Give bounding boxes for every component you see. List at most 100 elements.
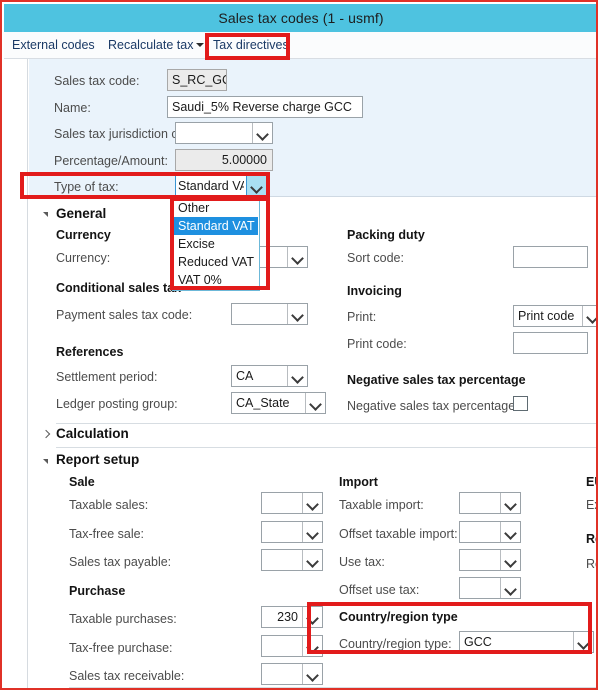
chevron-down-icon[interactable] — [287, 247, 307, 267]
chevron-down-icon[interactable] — [500, 550, 520, 570]
chevron-down-icon[interactable] — [302, 636, 322, 656]
payment-sales-tax-code-label: Payment sales tax code: — [56, 308, 193, 322]
chevron-down-icon[interactable] — [500, 522, 520, 542]
eu-exclude-label: Excl — [586, 498, 596, 512]
purchase-group-label: Purchase — [69, 584, 126, 598]
use-tax-value — [464, 550, 496, 570]
country-region-type-combo[interactable]: GCC — [459, 631, 594, 653]
offset-use-tax-value — [464, 578, 496, 598]
dropdown-option-standard-vat[interactable]: Standard VAT — [174, 217, 258, 235]
print-code-field[interactable] — [513, 332, 588, 354]
name-field[interactable]: Saudi_5% Reverse charge GCC — [167, 96, 363, 118]
ledger-posting-group-combo[interactable]: CA_State — [231, 392, 326, 414]
taxable-purchases-combo[interactable]: 230 — [261, 606, 323, 628]
sales-tax-payable-combo[interactable] — [261, 549, 323, 571]
offset-use-tax-combo[interactable] — [459, 577, 521, 599]
jurisdiction-code-combo[interactable] — [175, 122, 273, 144]
sales-tax-receivable-combo[interactable] — [261, 663, 323, 685]
chevron-down-icon[interactable] — [252, 123, 272, 143]
tax-free-purchase-combo[interactable] — [261, 635, 323, 657]
currency-label: Currency: — [56, 251, 111, 265]
chevron-down-icon[interactable] — [302, 664, 322, 684]
negative-sales-tax-checkbox[interactable] — [513, 396, 528, 411]
dropdown-option-vat-0[interactable]: VAT 0% — [174, 271, 258, 289]
chevron-down-icon[interactable] — [573, 632, 593, 652]
settlement-period-label: Settlement period: — [56, 370, 158, 384]
country-region-type-value: GCC — [464, 635, 492, 649]
print-code-label: Print code: — [347, 337, 407, 351]
report-setup-expand-arrow[interactable] — [43, 459, 48, 464]
references-group-label: References — [56, 345, 124, 359]
chevron-down-icon[interactable] — [287, 304, 307, 324]
sales-tax-payable-label: Sales tax payable: — [69, 555, 172, 569]
taxable-sales-value — [266, 493, 298, 513]
dropdown-option-excise[interactable]: Excise — [174, 235, 258, 253]
chevron-down-icon[interactable] — [287, 366, 307, 386]
tab-external-codes[interactable]: External codes — [6, 32, 101, 58]
negative-sales-tax-checkbox-label: Negative sales tax percentage: — [347, 399, 519, 413]
chevron-down-icon[interactable] — [305, 393, 325, 413]
chevron-down-icon[interactable] — [500, 493, 520, 513]
type-of-tax-value: Standard VAT — [178, 179, 244, 193]
sales-tax-code-label: Sales tax code: — [54, 74, 140, 88]
name-label: Name: — [54, 101, 91, 115]
taxable-sales-combo[interactable] — [261, 492, 323, 514]
tab-recalculate-tax[interactable]: Recalculate tax — [102, 32, 210, 58]
print-combo[interactable]: Print code — [513, 305, 596, 327]
general-divider — [56, 423, 596, 424]
payment-sales-tax-code-combo[interactable] — [231, 303, 308, 325]
country-region-type-group-label: Country/region type — [339, 610, 458, 624]
payment-sales-tax-code-value — [236, 304, 285, 324]
percentage-amount-label: Percentage/Amount: — [54, 154, 168, 168]
chevron-down-icon[interactable] — [500, 578, 520, 598]
general-section-title: General — [56, 206, 107, 221]
offset-taxable-import-label: Offset taxable import: — [339, 527, 458, 541]
sales-tax-codes-window: Sales tax codes (1 - usmf) External code… — [0, 0, 598, 690]
chevron-down-icon[interactable] — [246, 176, 266, 196]
import-group-label: Import — [339, 475, 378, 489]
use-tax-combo[interactable] — [459, 549, 521, 571]
chevron-down-icon[interactable] — [302, 522, 322, 542]
sales-tax-code-field[interactable]: S_RC_GC — [167, 69, 227, 91]
chevron-down-icon[interactable] — [302, 607, 322, 627]
ledger-posting-group-label: Ledger posting group: — [56, 397, 178, 411]
dropdown-option-other[interactable]: Other — [174, 199, 258, 217]
tab-tax-directives[interactable]: Tax directives — [207, 32, 295, 58]
sort-code-field[interactable] — [513, 246, 588, 268]
chevron-down-icon[interactable] — [582, 306, 596, 326]
window-titlebar: Sales tax codes (1 - usmf) — [4, 4, 596, 32]
settlement-period-combo[interactable]: CA — [231, 365, 308, 387]
type-of-tax-dropdown-list[interactable]: Other Standard VAT Excise Reduced VAT VA… — [172, 197, 260, 291]
calculation-expand-arrow[interactable] — [43, 430, 48, 440]
left-gutter — [4, 59, 28, 688]
tax-free-purchase-label: Tax-free purchase: — [69, 641, 173, 655]
chevron-down-icon[interactable] — [302, 493, 322, 513]
chevron-down-icon[interactable] — [302, 550, 322, 570]
form-body: Sales tax code: S_RC_GC Name: Saudi_5% R… — [29, 59, 596, 688]
country-region-type-label: Country/region type: — [339, 637, 452, 651]
reporting-field-label: Rep — [586, 557, 596, 571]
action-pane: External codes Recalculate tax Tax direc… — [4, 32, 596, 59]
ledger-posting-group-value: CA_State — [236, 396, 290, 410]
jurisdiction-code-value — [180, 123, 250, 143]
taxable-import-combo[interactable] — [459, 492, 521, 514]
tax-free-sale-label: Tax-free sale: — [69, 527, 145, 541]
offset-taxable-import-combo[interactable] — [459, 521, 521, 543]
negative-sales-tax-group-label: Negative sales tax percentage — [347, 373, 526, 387]
report-setup-divider — [69, 687, 596, 688]
sales-tax-receivable-label: Sales tax receivable: — [69, 669, 185, 683]
print-value: Print code — [518, 309, 575, 323]
invoicing-group-label: Invoicing — [347, 284, 402, 298]
window-title: Sales tax codes (1 - usmf) — [218, 10, 384, 26]
dropdown-option-reduced-vat[interactable]: Reduced VAT — [174, 253, 258, 271]
settlement-period-value: CA — [236, 369, 254, 383]
type-of-tax-combo[interactable]: Standard VAT — [175, 175, 267, 197]
tax-free-sale-combo[interactable] — [261, 521, 323, 543]
taxable-import-value — [464, 493, 496, 513]
tab-external-codes-label: External codes — [12, 38, 95, 52]
sort-code-label: Sort code: — [347, 251, 404, 265]
general-expand-arrow[interactable] — [43, 212, 48, 217]
percentage-amount-field[interactable]: 5.00000 — [175, 149, 273, 171]
type-of-tax-label: Type of tax: — [54, 180, 119, 194]
tax-free-purchase-value — [266, 636, 298, 656]
